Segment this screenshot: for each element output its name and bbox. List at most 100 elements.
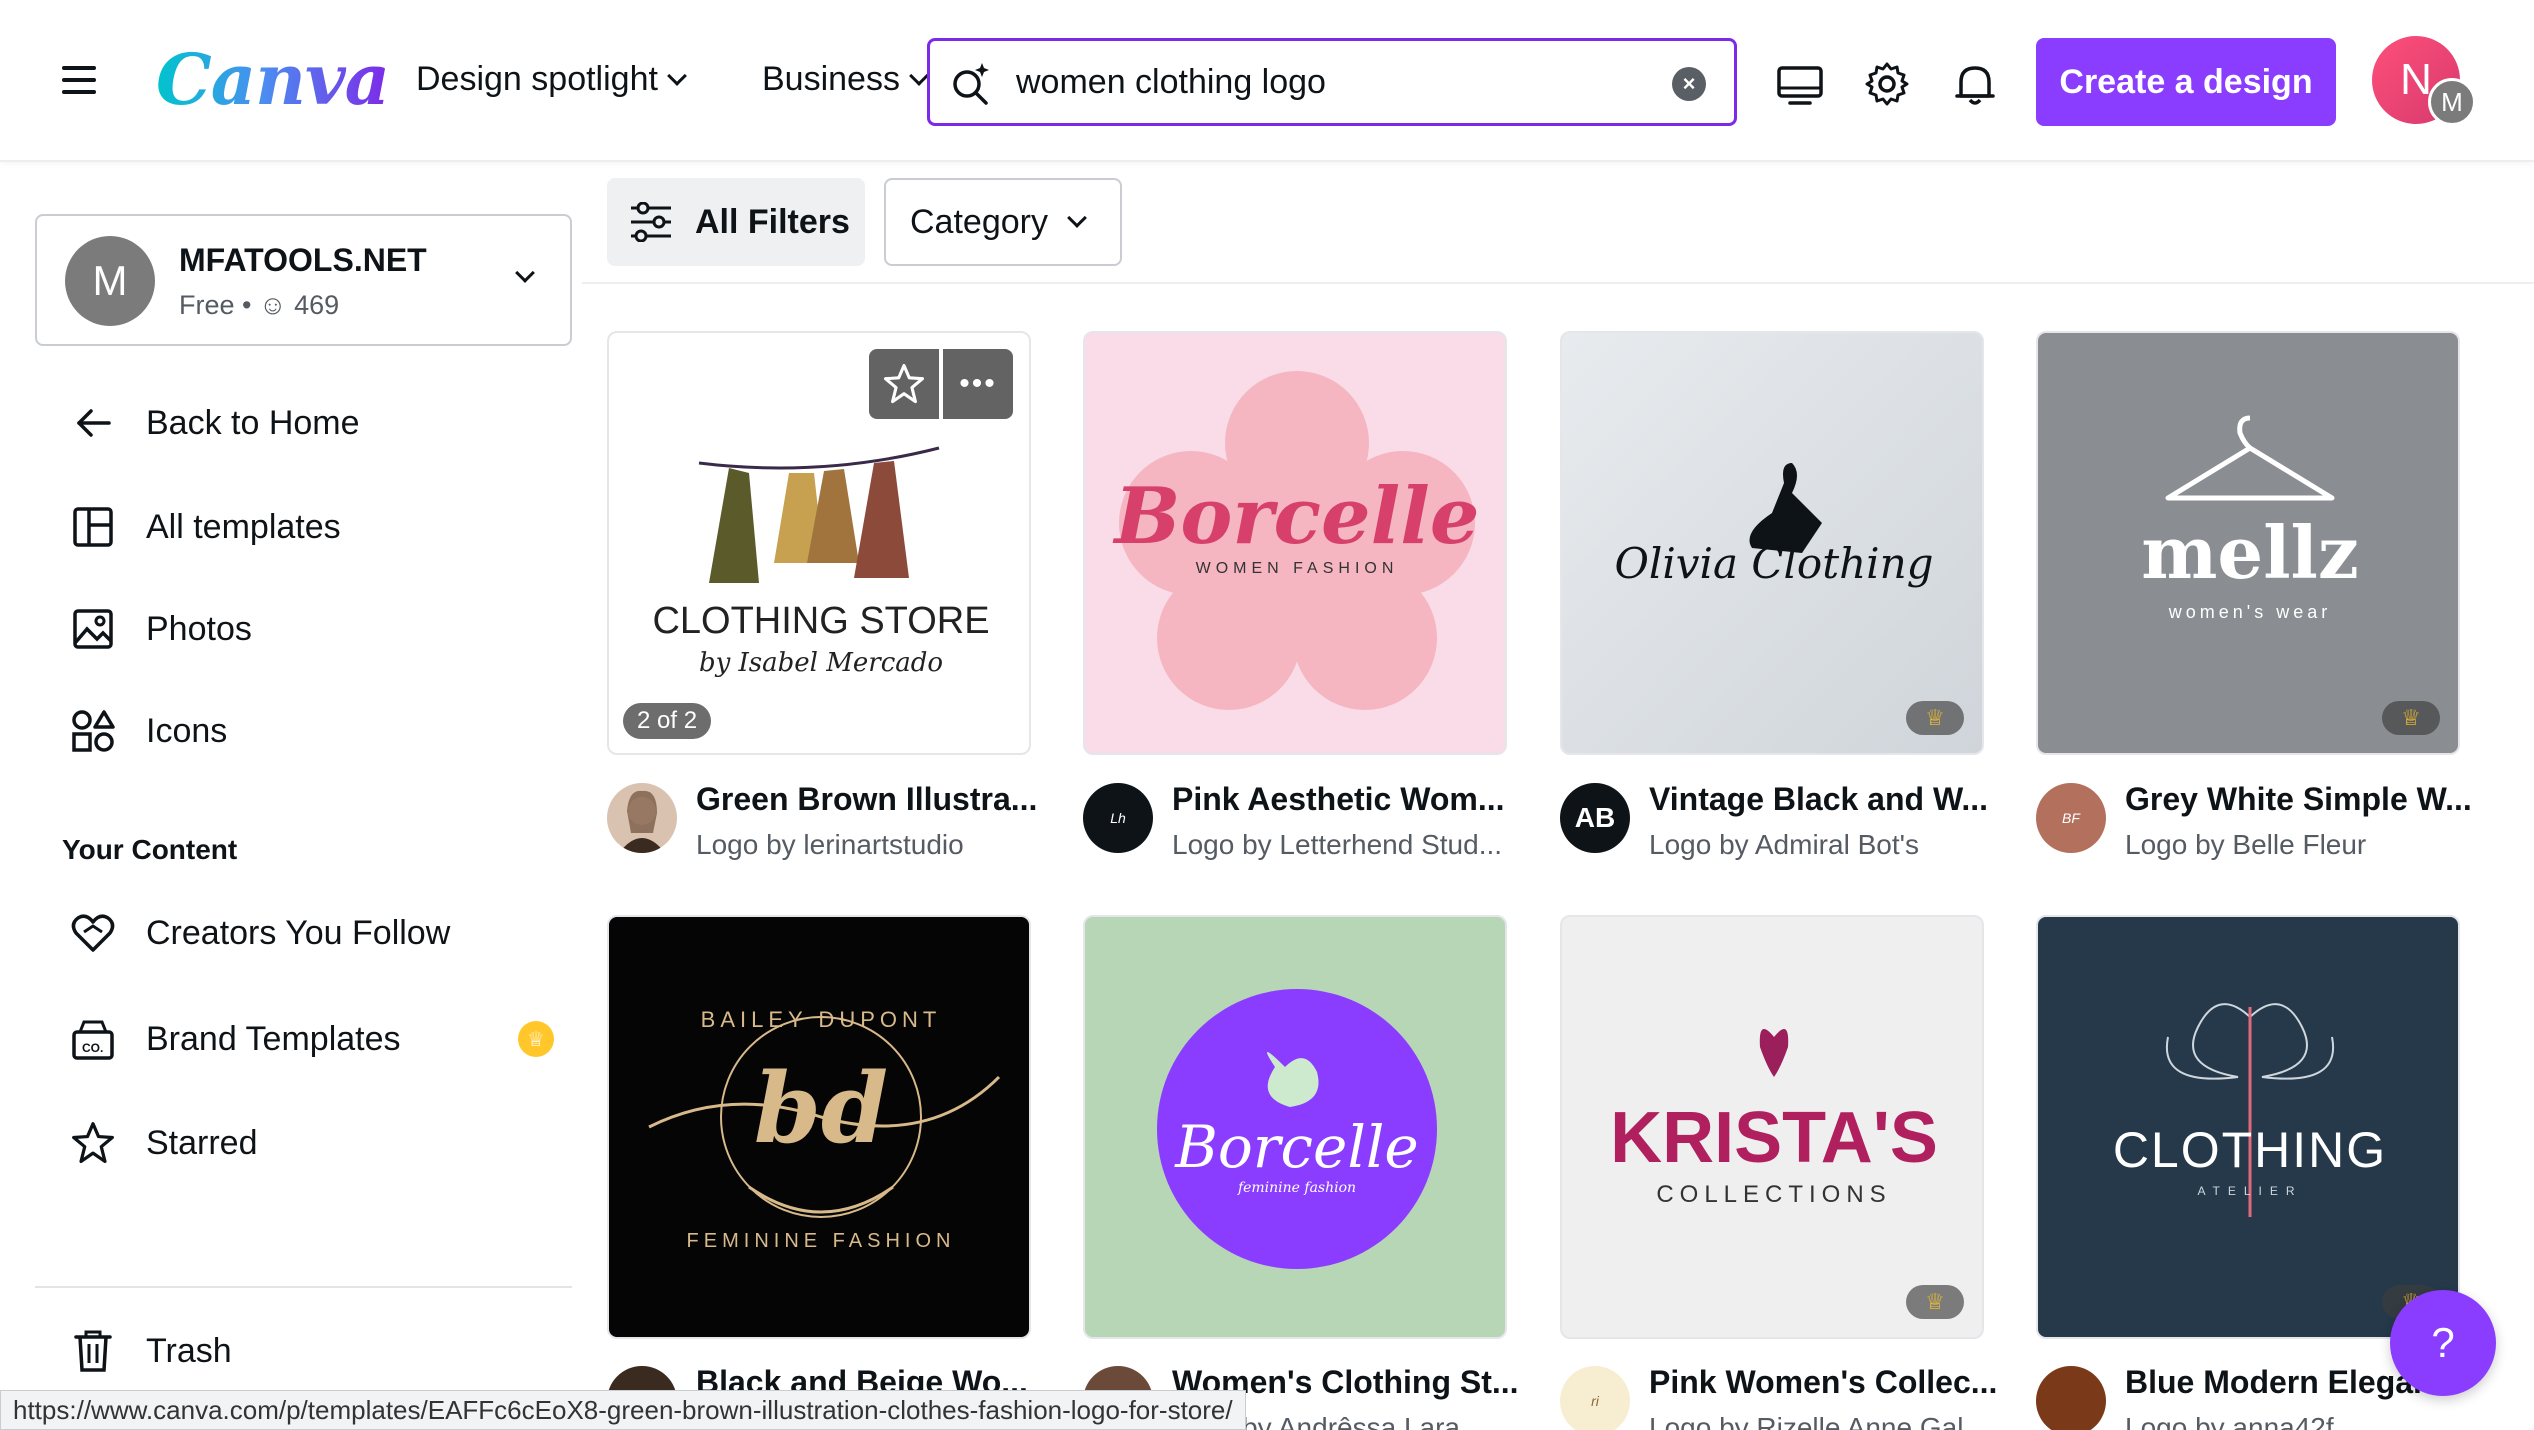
template-card[interactable]: KRISTA'S COLLECTIONS ♕: [1560, 915, 1984, 1339]
logo-text: KRISTA'S: [1610, 1098, 1938, 1178]
logo-subtext-2: FEMININE FASHION: [687, 1230, 956, 1252]
account-meta: Free • ☺ 469: [179, 290, 339, 321]
svg-text:CO.: CO.: [82, 1041, 103, 1055]
nav-label: Design spotlight: [416, 60, 658, 98]
account-avatar: M: [65, 236, 155, 326]
star-icon[interactable]: [869, 349, 939, 419]
template-creator[interactable]: Logo by Letterhend Stud...: [1172, 829, 1522, 861]
template-creator[interactable]: Logo by anna42f: [2125, 1412, 2475, 1430]
logo-text: Olivia Clothing: [1615, 539, 1934, 588]
more-options-icon[interactable]: •••: [943, 349, 1013, 419]
logo-subtext: COLLECTIONS: [1656, 1181, 1891, 1208]
category-label: Category: [910, 202, 1048, 241]
creator-avatar[interactable]: [607, 783, 677, 853]
canva-logo[interactable]: Canva: [156, 38, 390, 121]
sidebar-item-trash[interactable]: Trash: [70, 1328, 232, 1374]
account-plan: Free: [179, 290, 235, 320]
template-creator[interactable]: Logo by Belle Fleur: [2125, 829, 2475, 861]
logo-text: CLOTHING: [2113, 1122, 2387, 1178]
crown-icon: ♕: [1906, 701, 1964, 735]
menu-icon[interactable]: [62, 66, 96, 94]
nav-design-spotlight[interactable]: Design spotlight: [416, 60, 687, 99]
creator-avatar[interactable]: Lh: [1083, 783, 1153, 853]
desktop-icon[interactable]: [1776, 60, 1824, 108]
creator-avatar[interactable]: ri: [1560, 1366, 1630, 1430]
nav-business[interactable]: Business: [762, 60, 929, 99]
sidebar-item-photos[interactable]: Photos: [70, 606, 252, 652]
search-input[interactable]: [1016, 62, 1636, 102]
sidebar-item-icons[interactable]: Icons: [70, 708, 227, 754]
logo-subtext: ATELIER: [2197, 1184, 2302, 1198]
template-card[interactable]: CLOTHING ATELIER ♕: [2036, 915, 2460, 1339]
template-thumbnail: Borcelle WOMEN FASHION: [1112, 371, 1480, 710]
create-design-button[interactable]: Create a design: [2036, 38, 2336, 126]
sidebar-item-all-templates[interactable]: All templates: [70, 504, 341, 550]
sidebar-item-label: Icons: [146, 711, 228, 750]
search-bar[interactable]: ×: [927, 38, 1737, 126]
chevron-down-icon: [909, 65, 929, 86]
shapes-icon: [70, 708, 116, 754]
brand-kit-icon: CO.: [70, 1016, 116, 1062]
template-thumbnail: mellz women's wear: [2141, 415, 2359, 622]
magic-search-icon: [953, 63, 989, 105]
template-card[interactable]: Borcelle feminine fashion: [1083, 915, 1507, 1339]
trash-icon: [70, 1328, 116, 1374]
template-card[interactable]: Borcelle WOMEN FASHION: [1083, 331, 1507, 755]
template-creator[interactable]: Logo by Rizelle Anne Gal...: [1649, 1412, 1999, 1430]
filter-sliders-icon: [631, 202, 671, 242]
template-title[interactable]: Green Brown Illustra...: [696, 781, 1046, 818]
filter-divider: [582, 282, 2534, 284]
clear-search-icon[interactable]: ×: [1672, 67, 1706, 101]
template-title[interactable]: Grey White Simple W...: [2125, 781, 2475, 818]
sidebar-item-brand-templates[interactable]: CO. Brand Templates: [70, 1016, 401, 1062]
sidebar-item-starred[interactable]: Starred: [70, 1120, 258, 1166]
template-title[interactable]: Pink Aesthetic Wom...: [1172, 781, 1522, 818]
creator-logo-icon: Lh: [1110, 810, 1126, 826]
gear-icon[interactable]: [1863, 60, 1911, 108]
chevron-down-icon: [515, 263, 535, 283]
template-creator[interactable]: Logo by lerinartstudio: [696, 829, 1046, 861]
template-card[interactable]: bd BAILEY DUPONT FEMININE FASHION: [607, 915, 1031, 1339]
sidebar-item-label: Creators You Follow: [146, 913, 451, 952]
status-bar-url: https://www.canva.com/p/templates/EAFFc6…: [0, 1390, 1246, 1430]
logo-subtext: by Isabel Mercado: [699, 648, 943, 678]
template-card[interactable]: Olivia Clothing ♕: [1560, 331, 1984, 755]
logo-text: Borcelle: [1112, 471, 1479, 562]
sidebar-item-label: Trash: [146, 1331, 232, 1370]
template-thumbnail: Borcelle feminine fashion: [1157, 989, 1437, 1269]
templates-icon: [70, 504, 116, 550]
template-thumbnail: KRISTA'S COLLECTIONS: [1610, 1029, 1938, 1208]
category-dropdown[interactable]: Category: [884, 178, 1122, 266]
sidebar-item-label: All templates: [146, 507, 341, 546]
template-card[interactable]: mellz women's wear ♕: [2036, 331, 2460, 755]
member-count: 469: [294, 290, 340, 320]
help-button[interactable]: ?: [2390, 1290, 2496, 1396]
team-avatar[interactable]: M: [2428, 78, 2476, 126]
template-creator[interactable]: Logo by Admiral Bot's: [1649, 829, 1999, 861]
all-filters-label: All Filters: [695, 202, 850, 241]
template-title[interactable]: Vintage Black and W...: [1649, 781, 1999, 818]
your-content-heading: Your Content: [62, 834, 238, 865]
heart-icon: [70, 910, 116, 956]
card-actions: •••: [869, 349, 1013, 419]
logo-subtext: WOMEN FASHION: [1196, 560, 1399, 577]
account-switcher[interactable]: M MFATOOLS.NET Free • ☺ 469: [35, 214, 572, 346]
creator-avatar[interactable]: AB: [1560, 783, 1630, 853]
bell-icon[interactable]: [1951, 60, 1999, 108]
sidebar-item-creators-follow[interactable]: Creators You Follow: [70, 910, 450, 956]
creator-avatar[interactable]: BF: [2036, 783, 2106, 853]
all-filters-button[interactable]: All Filters: [607, 178, 865, 266]
crown-icon: ♕: [2382, 701, 2440, 735]
template-title[interactable]: Pink Women's Collec...: [1649, 1364, 1999, 1401]
top-bar: Canva Design spotlight Business × Create…: [0, 0, 2534, 162]
template-thumbnail: CLOTHING ATELIER: [2113, 1003, 2387, 1217]
sidebar-item-label: Photos: [146, 609, 252, 648]
creator-avatar[interactable]: [2036, 1366, 2106, 1430]
sidebar-item-label: Brand Templates: [146, 1019, 401, 1058]
sidebar-item-back-home[interactable]: Back to Home: [70, 400, 360, 446]
template-card[interactable]: CLOTHING STORE by Isabel Mercado ••• 2 o…: [607, 331, 1031, 755]
nav-label: Business: [762, 60, 900, 98]
account-name: MFATOOLS.NET: [179, 242, 427, 278]
arrow-left-icon: [70, 400, 116, 446]
page-count-badge: 2 of 2: [623, 703, 712, 739]
